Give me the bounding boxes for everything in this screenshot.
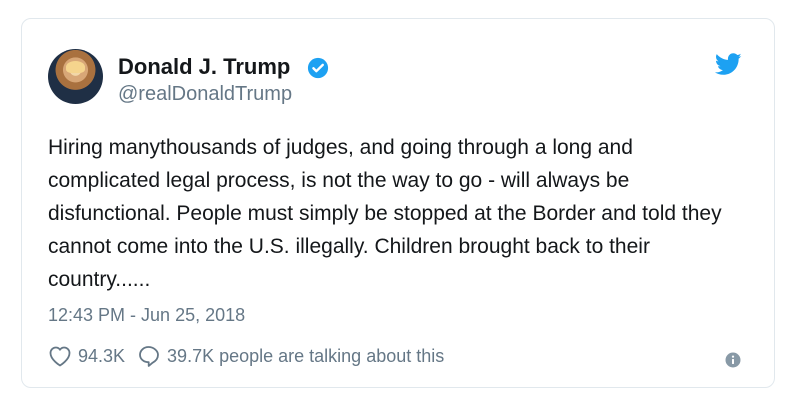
action-bar: 94.3K 39.7K people are talking about thi…: [48, 344, 444, 368]
like-button[interactable]: 94.3K: [48, 345, 137, 367]
reply-button[interactable]: 39.7K people are talking about this: [137, 344, 444, 368]
display-name[interactable]: Donald J. Trump: [118, 53, 290, 81]
tweet-card[interactable]: Donald J. Trump @realDonaldTrump Hiring …: [21, 18, 775, 388]
user-handle[interactable]: @realDonaldTrump: [118, 81, 292, 107]
verified-badge-icon: [307, 57, 329, 79]
heart-icon: [49, 346, 71, 367]
twitter-bird-icon[interactable]: [715, 53, 742, 76]
avatar[interactable]: [48, 49, 103, 104]
timestamp[interactable]: 12:43 PM - Jun 25, 2018: [48, 303, 245, 327]
like-count: 94.3K: [78, 345, 126, 366]
info-icon[interactable]: [725, 352, 741, 368]
talking-about-count: 39.7K people are talking about this: [167, 345, 445, 366]
tweet-text: Hiring manythousands of judges, and goin…: [48, 136, 722, 291]
speech-bubble-icon: [139, 346, 159, 367]
